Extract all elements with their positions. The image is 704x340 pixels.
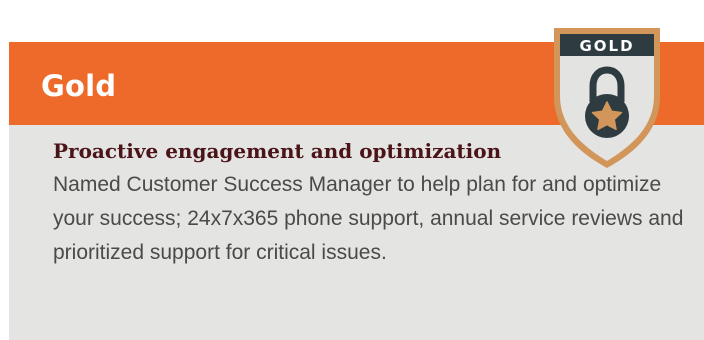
page: Gold Proactive engagement and optimizati… (0, 0, 704, 340)
badge-label: GOLD (579, 37, 634, 55)
tier-description: Named Customer Success Manager to help p… (53, 173, 684, 264)
tier-heading: Proactive engagement and optimization (53, 139, 502, 163)
tier-title: Gold (41, 69, 117, 103)
gold-badge-icon: GOLD (548, 22, 666, 172)
